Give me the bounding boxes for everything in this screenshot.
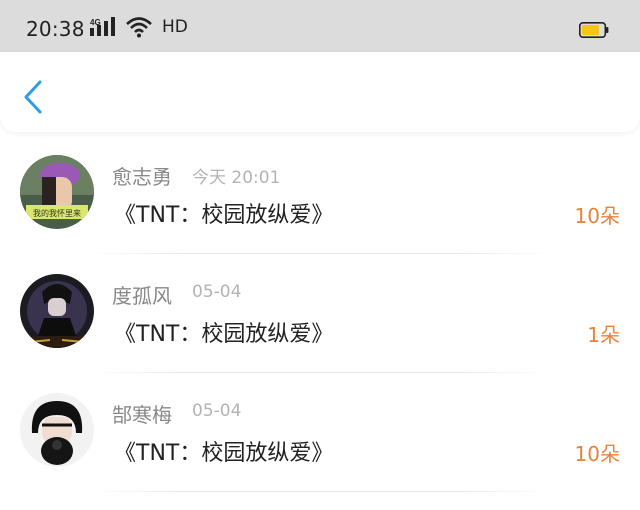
gift-amount: 1朵 bbox=[587, 323, 620, 347]
book-title: 《TNT：校园放纵爱》 bbox=[114, 322, 334, 347]
sender-name: 度孤风 bbox=[112, 284, 172, 308]
gift-amount: 10朵 bbox=[574, 442, 620, 466]
avatar-caption: 我的我怀里来 bbox=[33, 208, 81, 218]
avatar[interactable]: 我的我怀里来 bbox=[20, 155, 94, 229]
status-bar: 20:38 4G HD bbox=[0, 0, 640, 52]
nav-bar bbox=[0, 52, 640, 132]
list-item[interactable]: 郜寒梅 05-04 《TNT：校园放纵爱》 10朵 bbox=[0, 373, 640, 492]
book-title: 《TNT：校园放纵爱》 bbox=[114, 441, 334, 466]
signal-icon: 4G bbox=[90, 17, 115, 36]
book-title: 《TNT：校园放纵爱》 bbox=[114, 203, 334, 228]
hd-label: HD bbox=[162, 17, 188, 37]
sender-name: 郜寒梅 bbox=[112, 403, 172, 427]
status-time: 20:38 bbox=[26, 17, 85, 41]
status-icons: 4G HD bbox=[90, 16, 188, 38]
back-button[interactable] bbox=[20, 78, 50, 116]
list-item[interactable]: 度孤风 05-04 《TNT：校园放纵爱》 1朵 bbox=[0, 254, 640, 373]
gift-time: 05-04 bbox=[192, 401, 242, 421]
avatar[interactable] bbox=[20, 393, 94, 467]
gift-time: 05-04 bbox=[192, 282, 242, 302]
battery-icon bbox=[579, 22, 609, 38]
sender-name: 愈志勇 bbox=[112, 165, 172, 189]
chevron-left-icon bbox=[24, 80, 42, 114]
divider bbox=[90, 491, 550, 492]
gift-amount: 10朵 bbox=[574, 204, 620, 228]
avatar[interactable] bbox=[20, 274, 94, 348]
wifi-icon bbox=[126, 17, 152, 38]
gift-list: 我的我怀里来 愈志勇 今天 20:01 《TNT：校园放纵爱》 10朵 度孤风 … bbox=[0, 135, 640, 492]
list-item[interactable]: 我的我怀里来 愈志勇 今天 20:01 《TNT：校园放纵爱》 10朵 bbox=[0, 135, 640, 254]
gift-time: 今天 20:01 bbox=[192, 168, 281, 188]
